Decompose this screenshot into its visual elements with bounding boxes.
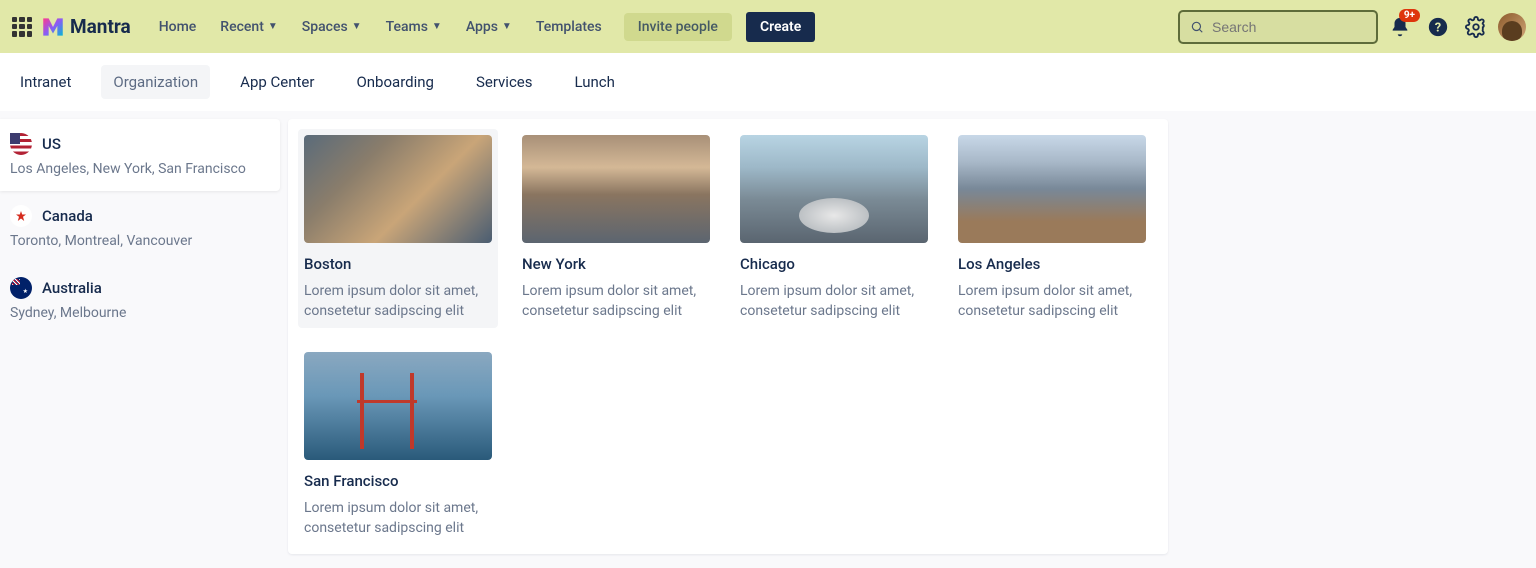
city-image	[304, 135, 492, 243]
chevron-down-icon: ▼	[432, 21, 442, 32]
city-card-new-york[interactable]: New York Lorem ipsum dolor sit amet, cons…	[516, 129, 716, 328]
city-desc: Lorem ipsum dolor sit amet, consetetur s…	[958, 281, 1146, 322]
search-icon	[1190, 19, 1204, 35]
country-name: Canada	[42, 207, 93, 225]
country-sidebar: US Los Angeles, New York, San Francisco Ca…	[0, 111, 280, 568]
secondary-nav: Intranet Organization App Center Onboarding…	[0, 53, 1536, 111]
notifications-badge: 9+	[1399, 9, 1420, 22]
help-button[interactable]: ?	[1422, 11, 1454, 43]
city-desc: Lorem ipsum dolor sit amet, consetetur s…	[304, 281, 492, 322]
topbar: Mantra HomeRecent▼Spaces▼Teams▼Apps▼Temp…	[0, 0, 1536, 53]
tab-organization[interactable]: Organization	[101, 65, 210, 99]
main-content: US Los Angeles, New York, San Francisco Ca…	[0, 111, 1536, 568]
city-title: Boston	[304, 255, 492, 273]
help-icon: ?	[1427, 16, 1449, 38]
country-cities: Sydney, Melbourne	[10, 305, 270, 321]
country-name: Australia	[42, 279, 102, 297]
svg-text:?: ?	[1435, 20, 1441, 35]
apps-menu-icon[interactable]	[10, 15, 34, 39]
nav-spaces[interactable]: Spaces▼	[290, 11, 374, 43]
notifications-button[interactable]: 9+	[1384, 11, 1416, 43]
city-title: Los Angeles	[958, 255, 1146, 273]
create-button[interactable]: Create	[746, 12, 815, 42]
settings-button[interactable]	[1460, 11, 1492, 43]
city-desc: Lorem ipsum dolor sit amet, consetetur s…	[740, 281, 928, 322]
nav-home[interactable]: Home	[147, 11, 209, 43]
city-desc: Lorem ipsum dolor sit amet, consetetur s…	[522, 281, 710, 322]
city-cards-panel: Boston Lorem ipsum dolor sit amet, conset…	[288, 119, 1168, 554]
primary-nav: HomeRecent▼Spaces▼Teams▼Apps▼Templates	[147, 11, 614, 43]
search-box[interactable]	[1178, 10, 1378, 44]
city-card-los-angeles[interactable]: Los Angeles Lorem ipsum dolor sit amet, c…	[952, 129, 1152, 328]
tab-lunch[interactable]: Lunch	[563, 65, 627, 99]
tab-intranet[interactable]: Intranet	[8, 65, 83, 99]
tab-app-center[interactable]: App Center	[228, 65, 326, 99]
country-cities: Toronto, Montreal, Vancouver	[10, 233, 270, 249]
city-title: Chicago	[740, 255, 928, 273]
flag-icon	[10, 133, 32, 155]
search-input[interactable]	[1212, 19, 1366, 35]
tab-services[interactable]: Services	[464, 65, 545, 99]
user-avatar[interactable]	[1498, 13, 1526, 41]
city-card-chicago[interactable]: Chicago Lorem ipsum dolor sit amet, conse…	[734, 129, 934, 328]
country-australia[interactable]: Australia Sydney, Melbourne	[0, 263, 280, 335]
city-title: San Francisco	[304, 472, 492, 490]
mantra-logo-icon	[40, 14, 66, 40]
city-image	[304, 352, 492, 460]
city-image	[740, 135, 928, 243]
nav-recent[interactable]: Recent▼	[208, 11, 289, 43]
flag-icon	[10, 277, 32, 299]
city-desc: Lorem ipsum dolor sit amet, consetetur s…	[304, 498, 492, 539]
brand-name: Mantra	[70, 15, 131, 38]
country-cities: Los Angeles, New York, San Francisco	[10, 161, 270, 177]
chevron-down-icon: ▼	[352, 21, 362, 32]
gear-icon	[1465, 16, 1487, 38]
country-canada[interactable]: Canada Toronto, Montreal, Vancouver	[0, 191, 280, 263]
nav-apps[interactable]: Apps▼	[454, 11, 524, 43]
city-image	[958, 135, 1146, 243]
country-name: US	[42, 135, 61, 153]
tab-onboarding[interactable]: Onboarding	[344, 65, 446, 99]
city-image	[522, 135, 710, 243]
flag-icon	[10, 205, 32, 227]
city-card-boston[interactable]: Boston Lorem ipsum dolor sit amet, conset…	[298, 129, 498, 328]
nav-templates[interactable]: Templates	[524, 11, 614, 43]
chevron-down-icon: ▼	[502, 21, 512, 32]
city-card-san-francisco[interactable]: San Francisco Lorem ipsum dolor sit amet,…	[298, 346, 498, 545]
brand-logo[interactable]: Mantra	[40, 14, 131, 40]
city-title: New York	[522, 255, 710, 273]
country-us[interactable]: US Los Angeles, New York, San Francisco	[0, 119, 280, 191]
chevron-down-icon: ▼	[268, 21, 278, 32]
invite-button[interactable]: Invite people	[624, 13, 732, 41]
nav-teams[interactable]: Teams▼	[374, 11, 454, 43]
